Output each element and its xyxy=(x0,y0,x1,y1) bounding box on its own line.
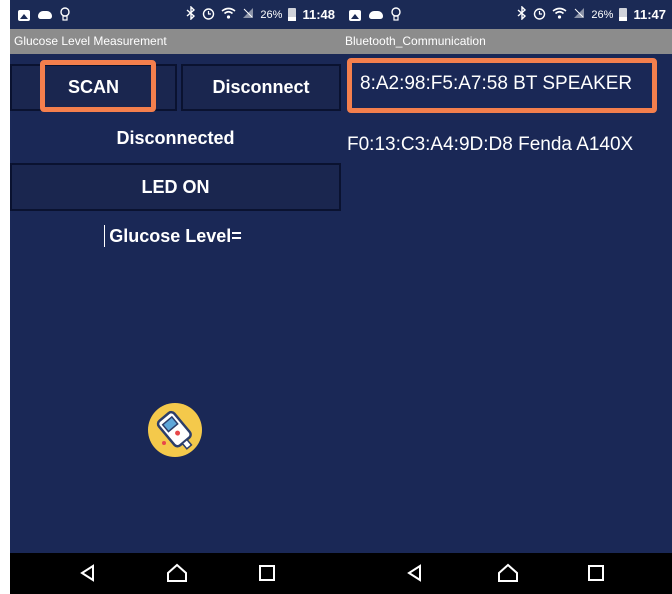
image-icon xyxy=(18,9,30,21)
scan-highlight xyxy=(40,60,156,112)
image-icon xyxy=(349,9,361,21)
no-signal-icon xyxy=(242,7,254,22)
cloud-icon xyxy=(38,11,52,19)
navigation-bar xyxy=(10,553,341,594)
connection-status: Disconnected xyxy=(116,128,235,148)
navigation-bar xyxy=(341,553,672,594)
alarm-icon xyxy=(202,7,215,23)
lightbulb-icon xyxy=(60,7,70,23)
app-title: Glucose Level Measurement xyxy=(10,29,341,54)
lightbulb-icon xyxy=(391,7,401,23)
clock: 11:47 xyxy=(633,7,666,22)
bluetooth-screen: 26% 11:47 Bluetooth_Communication 8:A2:9… xyxy=(341,0,672,594)
cloud-icon xyxy=(369,11,383,19)
disconnect-button-label: Disconnect xyxy=(212,77,310,97)
no-signal-icon xyxy=(573,7,585,22)
app-title: Bluetooth_Communication xyxy=(341,29,672,54)
clock: 11:48 xyxy=(302,7,335,22)
bluetooth-icon xyxy=(517,5,527,23)
battery-icon xyxy=(288,8,297,21)
glucose-level-label: Glucose Level= xyxy=(109,226,242,246)
back-icon[interactable] xyxy=(78,563,98,588)
device-list-item[interactable]: 8:A2:98:F5:A7:58 BT SPEAKER xyxy=(360,73,632,95)
led-button-label: LED ON xyxy=(141,176,210,197)
battery-icon xyxy=(619,8,628,21)
battery-percent: 26% xyxy=(260,8,283,21)
status-bar: 26% 11:47 xyxy=(341,0,672,29)
recents-icon[interactable] xyxy=(587,563,605,588)
status-bar: 26% 11:48 xyxy=(10,0,341,29)
home-icon[interactable] xyxy=(497,563,519,588)
wifi-icon xyxy=(221,7,236,22)
device-list-item[interactable]: F0:13:C3:A4:9D:D8 Fenda A140X xyxy=(347,134,633,156)
alarm-icon xyxy=(533,7,546,23)
disconnect-button[interactable]: Disconnect xyxy=(181,64,341,111)
glucose-meter-icon xyxy=(148,403,202,457)
wifi-icon xyxy=(552,7,567,22)
led-on-button[interactable]: LED ON xyxy=(10,163,341,211)
glucose-screen: 26% 11:48 Glucose Level Measurement SCAN… xyxy=(10,0,341,594)
home-icon[interactable] xyxy=(166,563,188,588)
bluetooth-icon xyxy=(186,5,196,23)
battery-percent: 26% xyxy=(591,8,614,21)
recents-icon[interactable] xyxy=(258,563,276,588)
back-icon[interactable] xyxy=(405,563,425,588)
